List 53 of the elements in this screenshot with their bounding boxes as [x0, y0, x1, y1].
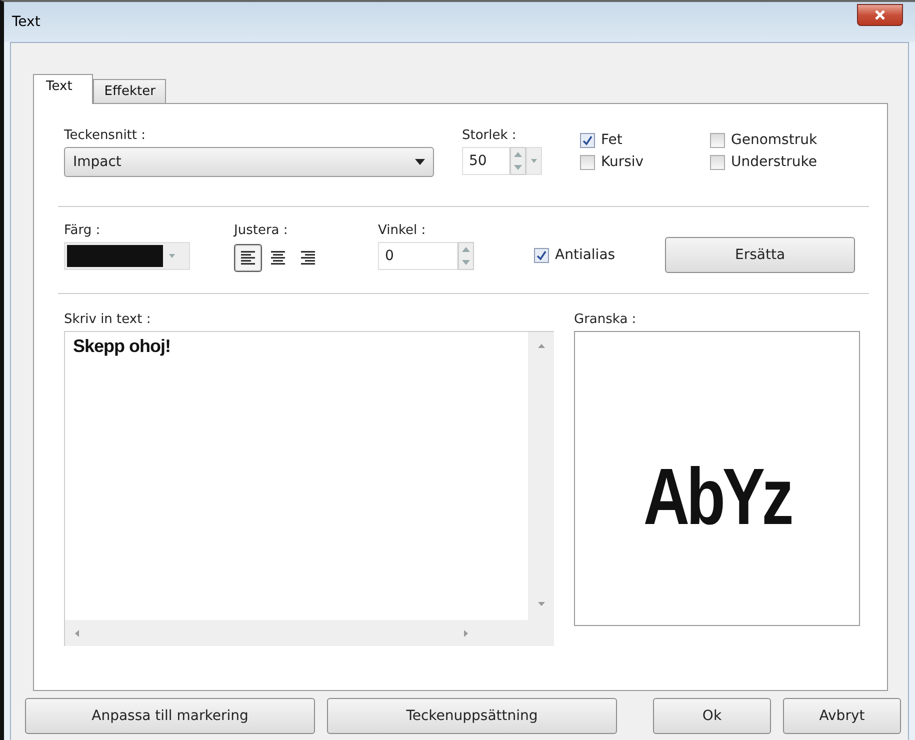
up-arrow-icon — [462, 247, 470, 252]
down-arrow-icon — [514, 165, 522, 170]
checkmark-icon — [536, 250, 547, 260]
down-arrow-icon — [462, 260, 470, 265]
style-checkbox[interactable]: Genomstruk — [710, 132, 818, 148]
spin-buttons[interactable] — [510, 147, 526, 175]
style-checkbox[interactable]: Understruke — [710, 154, 818, 170]
size-label: Storlek : — [462, 128, 518, 143]
character-set-button[interactable]: Teckenuppsättning — [327, 698, 617, 734]
angle-field[interactable]: 0 — [378, 242, 458, 270]
preview-sample-text: AbYz — [643, 450, 791, 542]
cancel-button[interactable]: Avbryt — [783, 698, 901, 734]
antialias-checkbox[interactable]: Antialias — [534, 247, 616, 263]
caret-icon — [531, 159, 537, 163]
color-picker[interactable] — [64, 242, 190, 270]
fit-to-selection-button[interactable]: Anpassa till markering — [25, 698, 315, 734]
size-field[interactable]: 50 — [462, 147, 510, 175]
color-label: Färg : — [64, 223, 102, 238]
spin-buttons[interactable] — [458, 242, 474, 270]
checkbox[interactable] — [710, 132, 725, 148]
align-left-button[interactable] — [234, 244, 262, 272]
style-checkbox[interactable]: Fet — [580, 132, 710, 148]
replace-button[interactable]: Ersätta — [665, 237, 856, 273]
up-arrow-icon — [514, 152, 522, 157]
left-arrow-icon — [75, 630, 79, 636]
size-dropdown-button[interactable] — [526, 147, 542, 175]
text-input-field[interactable]: Skepp ohoj! — [64, 331, 554, 646]
align-right-icon — [301, 251, 315, 265]
preview-label: Granska : — [574, 312, 638, 327]
text-input-label: Skriv in text : — [64, 312, 152, 327]
caret-icon — [169, 254, 175, 258]
style-checkbox[interactable]: Kursiv — [580, 154, 710, 170]
align-center-icon — [271, 251, 285, 265]
font-dropdown[interactable]: Impact — [64, 147, 434, 177]
checkbox[interactable] — [710, 154, 725, 170]
up-arrow-icon — [538, 344, 544, 348]
checkbox[interactable] — [580, 154, 595, 170]
right-arrow-icon — [464, 630, 468, 636]
checkbox[interactable] — [534, 248, 549, 262]
align-label: Justera : — [234, 223, 289, 238]
checkbox[interactable] — [580, 132, 595, 148]
angle-label: Vinkel : — [378, 223, 427, 238]
align-left-icon — [241, 251, 255, 265]
font-label: Teckensnitt : — [64, 128, 147, 143]
tab[interactable]: Text — [33, 74, 94, 104]
tab[interactable]: Effekter — [93, 79, 166, 103]
close-button[interactable] — [857, 4, 903, 26]
ok-button[interactable]: Ok — [653, 698, 771, 734]
window-title: Text — [11, 14, 40, 30]
down-arrow-icon — [538, 602, 544, 606]
close-icon — [874, 9, 886, 21]
checkmark-icon — [582, 134, 593, 146]
caret-icon — [415, 159, 425, 165]
